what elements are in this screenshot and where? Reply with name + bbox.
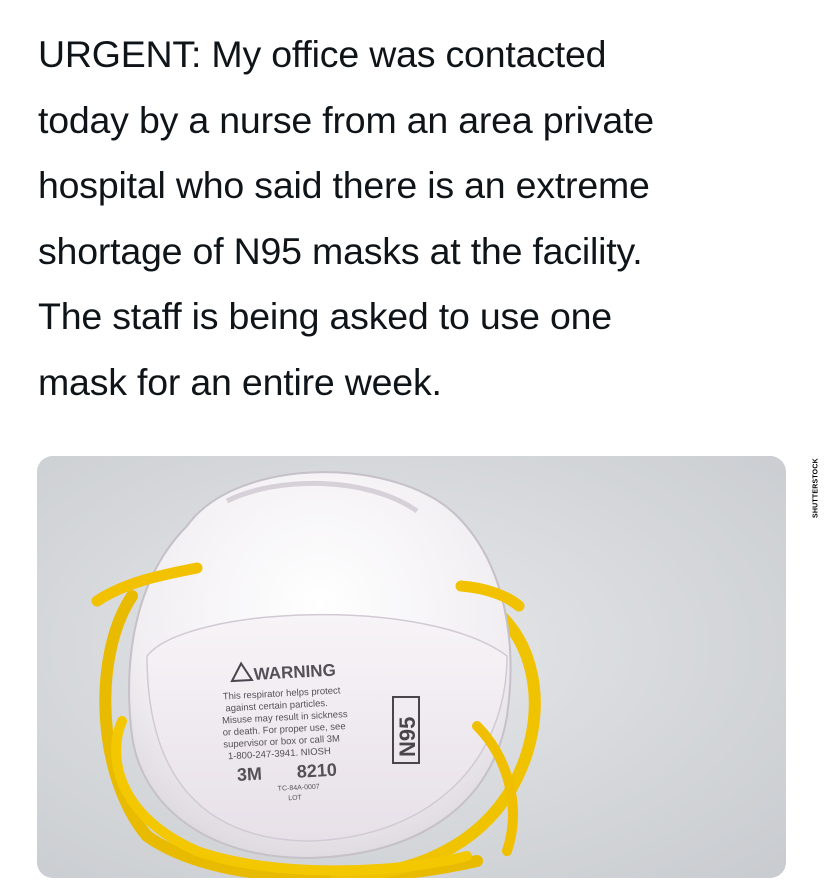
tweet-text-line: hospital who said there is an extreme [38, 164, 650, 206]
mask-model: 8210 [296, 760, 337, 782]
n95-rating: N95 [395, 717, 420, 757]
mask-brand: 3M [236, 764, 262, 785]
mask-lot: LOT [288, 794, 303, 802]
tweet-photo[interactable]: WARNING This respirator helps protect ag… [37, 456, 786, 878]
tweet-text-line: today by a nurse from an area private [38, 98, 654, 141]
n95-mask-photo: WARNING This respirator helps protect ag… [37, 456, 786, 878]
tweet-text-line: URGENT: My office was contacted [38, 33, 607, 75]
tweet-text: URGENT: My office was contacted today by… [38, 22, 798, 415]
tweet-text-line: shortage of N95 masks at the facility. [38, 229, 643, 272]
shutterstock-watermark: SHUTTERSTOCK [809, 458, 823, 518]
tweet-text-line: The staff is being asked to use one [38, 295, 612, 337]
tweet-text-line: mask for an entire week. [38, 360, 442, 403]
